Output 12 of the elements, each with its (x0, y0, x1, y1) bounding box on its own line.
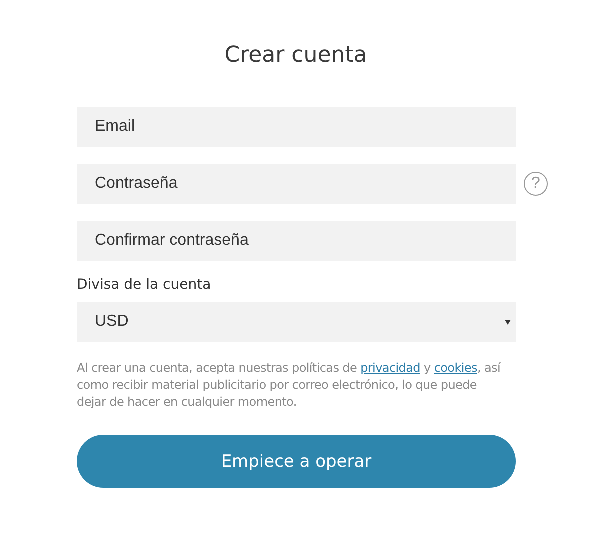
currency-select[interactable]: USD (77, 302, 516, 342)
help-icon[interactable]: ? (524, 172, 548, 196)
submit-button[interactable]: Empiece a operar (77, 435, 516, 488)
consent-text: Al crear una cuenta, acepta nuestras políticas de privacidad y cookies, así como recibir material publicitario por correo electrónico, lo que puede dejar de hacer en cualquier momento. (77, 360, 502, 411)
form-title: Crear cuenta (224, 42, 368, 70)
policy-link[interactable]: privacidad (360, 361, 420, 375)
policy-link[interactable]: cookies (434, 361, 478, 375)
input-field[interactable]: Email (77, 107, 516, 147)
field-label: Divisa de la cuenta (77, 276, 212, 294)
input-field[interactable]: Confirmar contraseña (77, 221, 516, 261)
input-field[interactable]: Contraseña (77, 164, 516, 204)
caret-icon (505, 320, 511, 324)
